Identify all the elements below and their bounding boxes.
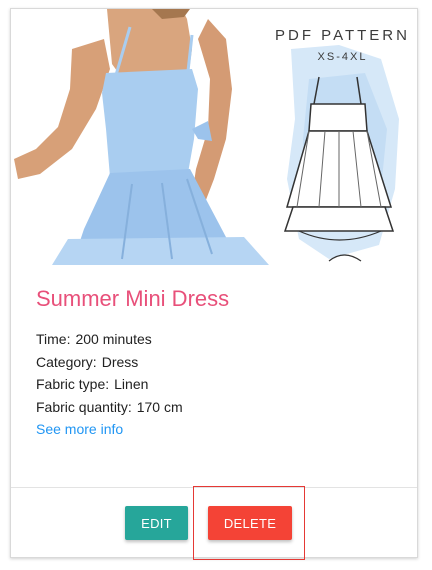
pattern-card: PDF PATTERN XS-4XL Summer Mini Dress Tim…: [10, 8, 418, 560]
detail-value: Linen: [114, 376, 149, 392]
card-content: Summer Mini Dress Time: 200 minutes Categ…: [36, 284, 406, 441]
dress-photo-graphic: [14, 9, 269, 265]
detail-value: 200 minutes: [75, 331, 152, 347]
see-more-info-link[interactable]: See more info: [36, 418, 406, 441]
card-title: Summer Mini Dress: [36, 286, 230, 311]
dress-photo: [12, 9, 269, 265]
pattern-sizes: XS-4XL: [317, 51, 368, 63]
pdf-pattern-panel: PDF PATTERN XS-4XL: [269, 9, 416, 265]
detail-value: 170 cm: [136, 398, 183, 415]
card-image: PDF PATTERN XS-4XL: [12, 9, 416, 265]
detail-category: Category: Dress: [36, 351, 406, 374]
detail-time: Time: 200 minutes: [36, 328, 406, 351]
detail-fabric-quantity: Fabric quantity: 170 cm: [36, 396, 406, 419]
pattern-title: PDF PATTERN: [275, 27, 410, 44]
detail-value: Dress: [101, 353, 139, 370]
pattern-sketch-graphic: [283, 45, 399, 262]
detail-label: Category:: [36, 353, 97, 370]
detail-label: Fabric quantity:: [36, 398, 132, 415]
card-divider: [11, 487, 417, 488]
detail-label: Time:: [36, 331, 71, 347]
edit-button[interactable]: EDIT: [125, 506, 188, 540]
delete-button[interactable]: DELETE: [208, 506, 292, 540]
detail-label: Fabric type:: [36, 376, 110, 392]
detail-fabric-type: Fabric type: Linen: [36, 373, 406, 396]
